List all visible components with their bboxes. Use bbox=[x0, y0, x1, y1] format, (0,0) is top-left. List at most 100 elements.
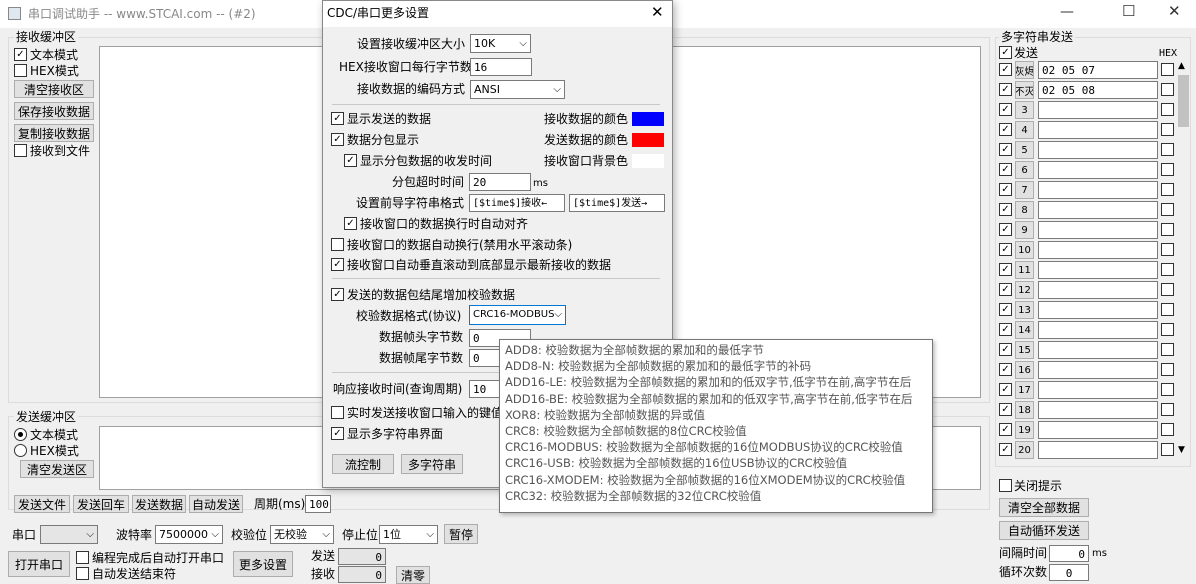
send-data-button[interactable]: 发送数据 bbox=[132, 495, 186, 513]
row-value-input[interactable] bbox=[1038, 341, 1158, 359]
auto-send-button[interactable]: 自动发送 bbox=[189, 495, 243, 513]
row-value-input[interactable] bbox=[1038, 301, 1158, 319]
prefix-send-input[interactable]: [$time$]发送→ bbox=[569, 194, 665, 212]
send-all-checkbox[interactable]: ✓ bbox=[999, 46, 1012, 59]
row-send-checkbox[interactable]: ✓ bbox=[999, 363, 1012, 376]
scroll-thumb[interactable] bbox=[1178, 75, 1189, 127]
minimize-icon[interactable]: — bbox=[1060, 5, 1074, 19]
row-send-button[interactable]: 15 bbox=[1015, 341, 1034, 359]
prefix-recv-input[interactable]: [$time$]接收← bbox=[469, 194, 565, 212]
row-hex-checkbox[interactable] bbox=[1161, 283, 1174, 296]
split-show-checkbox[interactable]: ✓ bbox=[331, 133, 344, 146]
row-hex-checkbox[interactable] bbox=[1161, 363, 1174, 376]
row-hex-checkbox[interactable] bbox=[1161, 443, 1174, 456]
dropdown-option[interactable]: CRC8: 校验数据为全部帧数据的8位CRC校验值 bbox=[505, 424, 747, 438]
parity-select[interactable]: 无校验 ⌵ bbox=[270, 525, 334, 544]
row-value-input[interactable]: 02 05 08 bbox=[1038, 81, 1158, 99]
encoding-select[interactable]: ANSI ⌵ bbox=[470, 80, 565, 99]
auto-scroll-checkbox[interactable]: ✓ bbox=[331, 258, 344, 271]
dropdown-option[interactable]: XOR8: 校验数据为全部帧数据的异或值 bbox=[505, 408, 705, 422]
row-send-button[interactable]: 13 bbox=[1015, 301, 1034, 319]
dialog-close-icon[interactable]: ✕ bbox=[651, 5, 664, 20]
dropdown-option[interactable]: CRC16-MODBUS: 校验数据为全部帧数据的16位MODBUS协议的CRC… bbox=[505, 440, 903, 454]
stop-select[interactable]: 1位 ⌵ bbox=[379, 525, 438, 544]
row-value-input[interactable] bbox=[1038, 261, 1158, 279]
show-sent-checkbox[interactable]: ✓ bbox=[331, 112, 344, 125]
row-hex-checkbox[interactable] bbox=[1161, 243, 1174, 256]
row-hex-checkbox[interactable] bbox=[1161, 183, 1174, 196]
row-send-checkbox[interactable]: ✓ bbox=[999, 423, 1012, 436]
row-send-button[interactable]: 18 bbox=[1015, 401, 1034, 419]
row-send-checkbox[interactable]: ✓ bbox=[999, 263, 1012, 276]
row-hex-checkbox[interactable] bbox=[1161, 63, 1174, 76]
row-hex-checkbox[interactable] bbox=[1161, 163, 1174, 176]
row-send-checkbox[interactable]: ✓ bbox=[999, 123, 1012, 136]
row-hex-checkbox[interactable] bbox=[1161, 343, 1174, 356]
row-hex-checkbox[interactable] bbox=[1161, 103, 1174, 116]
clear-send-button[interactable]: 清空发送区 bbox=[20, 460, 94, 478]
loop-count-input[interactable]: 0 bbox=[1049, 564, 1089, 581]
save-receive-button[interactable]: 保存接收数据 bbox=[14, 102, 94, 120]
row-value-input[interactable] bbox=[1038, 321, 1158, 339]
baud-select[interactable]: 7500000 ⌵ bbox=[155, 525, 223, 544]
buf-size-select[interactable]: 10K ⌵ bbox=[470, 34, 531, 53]
show-multi-checkbox[interactable]: ✓ bbox=[331, 427, 344, 440]
row-send-button[interactable]: 12 bbox=[1015, 281, 1034, 299]
row-hex-checkbox[interactable] bbox=[1161, 403, 1174, 416]
row-send-checkbox[interactable]: ✓ bbox=[999, 163, 1012, 176]
dropdown-option[interactable]: ADD8-N: 校验数据为全部帧数据的累加和的最低字节的补码 bbox=[505, 359, 811, 373]
row-send-button[interactable]: 不灭 bbox=[1015, 81, 1034, 99]
period-input[interactable]: 100 bbox=[305, 495, 331, 513]
close-window-icon[interactable]: ✕ bbox=[1168, 4, 1181, 19]
row-value-input[interactable] bbox=[1038, 181, 1158, 199]
hex-bytes-input[interactable]: 16 bbox=[470, 58, 532, 76]
row-value-input[interactable] bbox=[1038, 401, 1158, 419]
row-value-input[interactable] bbox=[1038, 161, 1158, 179]
scroll-down-icon[interactable]: ▼ bbox=[1178, 445, 1185, 455]
row-value-input[interactable] bbox=[1038, 201, 1158, 219]
auto-align-checkbox[interactable]: ✓ bbox=[344, 217, 357, 230]
clear-count-button[interactable]: 清零 bbox=[396, 566, 430, 584]
row-hex-checkbox[interactable] bbox=[1161, 263, 1174, 276]
row-value-input[interactable]: 02 05 07 bbox=[1038, 61, 1158, 79]
send-color-swatch[interactable] bbox=[632, 133, 664, 147]
interval-input[interactable]: 0 bbox=[1049, 545, 1089, 562]
auto-wrap-checkbox[interactable] bbox=[331, 238, 344, 251]
close-hint-checkbox[interactable] bbox=[999, 479, 1012, 492]
multi-string-button[interactable]: 多字符串 bbox=[401, 454, 463, 474]
row-send-button[interactable]: 9 bbox=[1015, 221, 1034, 239]
row-send-checkbox[interactable]: ✓ bbox=[999, 323, 1012, 336]
dropdown-option[interactable]: CRC16-USB: 校验数据为全部帧数据的16位USB协议的CRC校验值 bbox=[505, 456, 847, 470]
row-send-button[interactable]: 7 bbox=[1015, 181, 1034, 199]
dropdown-option[interactable]: CRC16-XMODEM: 校验数据为全部帧数据的16位XMODEM协议的CRC… bbox=[505, 473, 905, 487]
receive-to-file-checkbox[interactable] bbox=[14, 144, 27, 157]
row-value-input[interactable] bbox=[1038, 241, 1158, 259]
row-send-checkbox[interactable]: ✓ bbox=[999, 183, 1012, 196]
row-value-input[interactable] bbox=[1038, 141, 1158, 159]
row-send-button[interactable]: 8 bbox=[1015, 201, 1034, 219]
row-send-button[interactable]: 20 bbox=[1015, 441, 1034, 459]
send-text-mode-radio[interactable] bbox=[14, 428, 27, 441]
row-send-checkbox[interactable]: ✓ bbox=[999, 223, 1012, 236]
row-value-input[interactable] bbox=[1038, 221, 1158, 239]
flow-control-button[interactable]: 流控制 bbox=[332, 454, 394, 474]
clear-all-button[interactable]: 清空全部数据 bbox=[999, 498, 1089, 517]
port-select[interactable]: ⌵ bbox=[40, 525, 98, 544]
maximize-icon[interactable]: ☐ bbox=[1122, 4, 1135, 19]
row-send-checkbox[interactable]: ✓ bbox=[999, 303, 1012, 316]
row-send-checkbox[interactable]: ✓ bbox=[999, 83, 1012, 96]
auto-open-checkbox[interactable] bbox=[76, 551, 89, 564]
row-value-input[interactable] bbox=[1038, 441, 1158, 459]
row-send-button[interactable]: 5 bbox=[1015, 141, 1034, 159]
open-port-button[interactable]: 打开串口 bbox=[8, 551, 70, 577]
row-send-button[interactable]: 11 bbox=[1015, 261, 1034, 279]
row-send-button[interactable]: 灰烬 bbox=[1015, 61, 1034, 79]
recv-color-swatch[interactable] bbox=[632, 112, 664, 126]
row-value-input[interactable] bbox=[1038, 121, 1158, 139]
multi-scrollbar[interactable]: ▲ ▼ bbox=[1177, 61, 1190, 459]
row-send-button[interactable]: 6 bbox=[1015, 161, 1034, 179]
send-file-button[interactable]: 发送文件 bbox=[14, 495, 70, 513]
row-send-button[interactable]: 19 bbox=[1015, 421, 1034, 439]
clear-receive-button[interactable]: 清空接收区 bbox=[14, 80, 94, 98]
bg-color-swatch[interactable] bbox=[632, 154, 664, 168]
